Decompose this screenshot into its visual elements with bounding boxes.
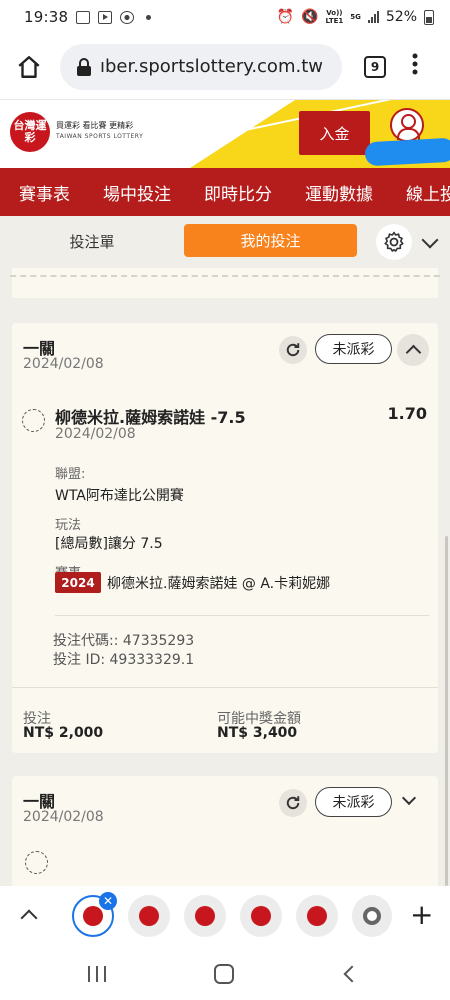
bet-card-header: 一關 2024/02/08 未派彩 [12,776,438,832]
mute-icon: 🔇 [301,9,319,25]
tab-thumbnail[interactable] [184,895,226,937]
selection-radio[interactable] [25,851,48,874]
alarm-icon: ⏰ [276,9,295,25]
browser-toolbar: ıber.sportslottery.com.tw 9 [0,34,450,100]
bet-date: 2024/02/08 [23,809,104,825]
perforation-notch-right [443,268,450,282]
selection-odds: 1.70 [387,404,427,423]
back-icon[interactable] [343,965,361,983]
site-logo[interactable]: 台灣運彩 [10,112,50,152]
perforation-notch-left [0,268,7,282]
youtube-notification-icon [98,10,113,24]
stake-value: NT$ 2,000 [23,725,104,741]
market-value: [總局數]讓分 7.5 [55,536,163,552]
event-year-badge: 2024 [55,572,101,593]
redacted-username [364,137,450,167]
site-favicon [251,906,271,926]
expand-chevron-down-icon[interactable] [401,790,417,806]
refresh-icon [286,343,300,357]
battery-percent: 52% [385,9,417,25]
chrome-icon [363,907,381,925]
divider [55,615,429,616]
refresh-icon [286,796,300,810]
battery-icon [424,9,434,25]
selection-radio[interactable] [22,409,45,432]
lock-icon[interactable] [76,57,92,76]
event-name: 柳德米拉.薩姆索諾娃 @ A.卡莉妮娜 [107,576,331,592]
nav-item-schedule[interactable]: 賽事表 [0,180,84,205]
nav-item-live-scores[interactable]: 即時比分 [185,180,286,205]
nav-item-live-betting[interactable]: 場中投注 [84,180,185,205]
signal-icon [367,11,379,23]
nav-item-online[interactable]: 線上投 [387,180,450,205]
site-favicon [307,906,327,926]
refresh-button[interactable] [279,789,307,817]
gallery-notification-icon [76,10,91,24]
tab-bet-slip[interactable]: 投注單 [38,224,146,258]
site-tagline: 買運彩 看比賽 更精彩 TAIWAN SPORTS LOTTERY [56,121,144,140]
status-badge: 未派彩 [315,787,392,817]
selection-title: 柳德米拉.薩姆索諾娃 -7.5 [55,408,246,427]
bet-card: 一關 2024/02/08 未派彩 柳德米拉.薩姆索諾娃 -7.5 1.70 2… [12,323,438,753]
deposit-button[interactable]: 入金 [299,111,370,155]
address-bar[interactable]: ıber.sportslottery.com.tw [60,43,342,90]
system-nav-bar [0,946,450,1000]
tab-strip-expand-icon[interactable] [20,909,38,927]
browser-menu-button[interactable] [412,53,418,80]
tab-my-bets[interactable]: 我的投注 [184,224,357,257]
url-text[interactable]: ıber.sportslottery.com.tw [100,56,323,77]
bet-card: 一關 2024/02/08 未派彩 [12,776,438,886]
bets-panel: 投注單 我的投注 一關 2024/02/08 未派彩 柳德米拉.薩姆索諾娃 -7… [0,216,450,886]
browser-tab-strip: ✕ + [0,886,450,946]
collapse-chevron-up-icon[interactable] [397,334,429,366]
site-favicon [139,906,159,926]
site-favicon [83,906,103,926]
recent-apps-icon[interactable] [88,966,106,982]
scrollbar[interactable] [445,536,448,886]
site-header: 台灣運彩 買運彩 看比賽 更精彩 TAIWAN SPORTS LOTTERY 入… [0,100,450,168]
payout-value: NT$ 3,400 [217,725,298,741]
gear-icon [384,231,404,252]
bet-date: 2024/02/08 [23,356,104,372]
tab-thumbnail[interactable] [352,895,392,937]
volte-indicator: Vo)) LTE1 [325,9,344,25]
site-favicon [195,906,215,926]
bet-id: 投注 ID: 49333329.1 [53,652,195,668]
toolbar-chevron-down-icon[interactable] [421,231,439,249]
new-tab-button[interactable]: + [410,901,433,929]
league-label: 聯盟: [55,467,86,482]
user-account-icon[interactable] [390,108,424,142]
more-notifications-icon [146,14,152,20]
divider [12,687,438,688]
selection-date: 2024/02/08 [55,426,136,442]
previous-ticket-edge [12,268,438,300]
home-icon [18,55,40,78]
main-nav: 賽事表 場中投注 即時比分 運動數據 線上投 [0,168,450,216]
soccer-notification-icon [120,10,135,24]
ticket-perforation [0,275,450,277]
market-label: 玩法 [55,518,82,533]
system-home-icon[interactable] [214,964,234,984]
tab-switcher-button[interactable]: 9 [364,55,386,78]
bet-code: 投注代碼:: 47335293 [53,633,195,649]
status-badge: 未派彩 [315,334,392,364]
tab-thumbnail[interactable] [296,895,338,937]
refresh-button[interactable] [279,336,307,364]
home-button[interactable] [12,50,46,84]
settings-button[interactable] [376,224,412,260]
bet-toolbar: 投注單 我的投注 [0,216,450,266]
tab-thumbnail[interactable] [240,895,282,937]
close-tab-icon[interactable]: ✕ [99,892,117,910]
status-bar: 19:38 ⏰ 🔇 Vo)) LTE1 5G 52% [0,0,450,34]
status-time: 19:38 [24,8,69,26]
bet-card-header: 一關 2024/02/08 未派彩 [12,323,438,379]
network-type: 5G [350,13,361,21]
league-value: WTA阿布達比公開賽 [55,488,184,504]
tab-thumbnail[interactable] [128,895,170,937]
nav-item-sports-data[interactable]: 運動數據 [286,180,387,205]
more-vert-icon [412,53,418,75]
